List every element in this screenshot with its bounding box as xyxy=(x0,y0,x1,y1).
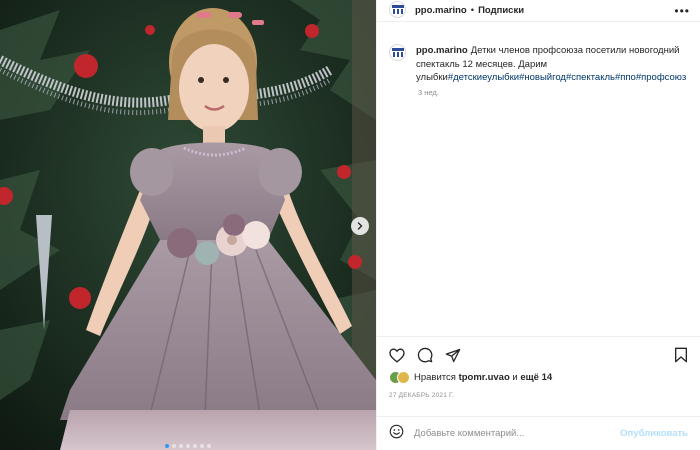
carousel-dot xyxy=(165,444,169,448)
carousel-dot xyxy=(179,444,183,448)
likes-summary: Нравится tpomr.uvao и ещё 14 xyxy=(389,371,688,384)
following-button[interactable]: Подписки xyxy=(478,5,524,16)
caption-username[interactable]: ppo.marino xyxy=(416,45,468,56)
post-photo[interactable] xyxy=(0,0,376,450)
avatar[interactable] xyxy=(389,1,406,18)
carousel-indicator xyxy=(0,444,376,448)
share-button[interactable] xyxy=(445,348,461,363)
hashtag-link[interactable]: #новыйгод xyxy=(519,72,566,83)
post-date[interactable]: 27 ДЕКАБРЬ 2021 Г. xyxy=(389,392,688,399)
post-header: ppo.marino • Подписки ••• xyxy=(377,0,700,22)
chevron-right-icon xyxy=(357,222,363,230)
emoji-button[interactable] xyxy=(389,424,404,444)
next-slide-button[interactable] xyxy=(351,217,369,235)
post-caption: ppo.marino Детки членов профсоюза посетил… xyxy=(416,44,688,85)
liker-avatars[interactable] xyxy=(389,371,410,384)
heart-icon xyxy=(389,347,405,363)
action-bar xyxy=(389,345,688,365)
publish-button[interactable]: Опубликовать xyxy=(620,428,688,439)
like-button[interactable] xyxy=(389,347,405,363)
hashtag-link[interactable]: #спектакль xyxy=(566,72,615,83)
liker-avatar xyxy=(397,371,410,384)
instagram-post: ppo.marino • Подписки ••• ppo.marino Детк… xyxy=(0,0,700,450)
post-details-panel: ppo.marino • Подписки ••• ppo.marino Детк… xyxy=(376,0,700,450)
liked-by-user[interactable]: tpomr.uvao xyxy=(459,372,510,383)
comment-input[interactable] xyxy=(414,428,611,439)
hashtag-link[interactable]: #профсоюз xyxy=(636,72,686,83)
liked-by-and: и xyxy=(512,372,518,383)
emoji-smile-icon xyxy=(389,424,404,438)
carousel-dot xyxy=(186,444,190,448)
photo-girl-in-dress xyxy=(0,0,376,450)
liked-by-prefix: Нравится xyxy=(414,372,456,383)
comment-button[interactable] xyxy=(417,347,433,363)
hashtag-link[interactable]: #ппо xyxy=(615,72,636,83)
hashtag-link[interactable]: #детскиеулыбки xyxy=(448,72,519,83)
separator-dot: • xyxy=(470,5,475,16)
union-logo-icon xyxy=(391,48,404,57)
time-ago[interactable]: 3 нед. xyxy=(418,88,688,97)
hashtag-list: #детскиеулыбки#новыйгод#спектакль#ппо#пр… xyxy=(448,72,686,83)
comments-section: ppo.marino Детки членов профсоюза посетил… xyxy=(377,22,700,336)
carousel-dot xyxy=(200,444,204,448)
carousel-dot xyxy=(207,444,211,448)
comment-bubble-icon xyxy=(417,347,433,363)
more-options-button[interactable]: ••• xyxy=(674,4,690,18)
actions-section: Нравится tpomr.uvao и ещё 14 27 ДЕКАБРЬ … xyxy=(377,336,700,416)
caption-row: ppo.marino Детки членов профсоюза посетил… xyxy=(389,44,688,85)
save-button[interactable] xyxy=(674,347,688,363)
paper-plane-icon xyxy=(445,348,461,362)
carousel-dot xyxy=(172,444,176,448)
add-comment-bar: Опубликовать xyxy=(377,416,700,450)
carousel-dot xyxy=(193,444,197,448)
liked-by-rest[interactable]: ещё 14 xyxy=(520,372,552,383)
caption-avatar[interactable] xyxy=(389,44,406,61)
header-username[interactable]: ppo.marino xyxy=(415,5,467,16)
bookmark-icon xyxy=(675,347,687,363)
union-logo-icon xyxy=(391,5,404,14)
